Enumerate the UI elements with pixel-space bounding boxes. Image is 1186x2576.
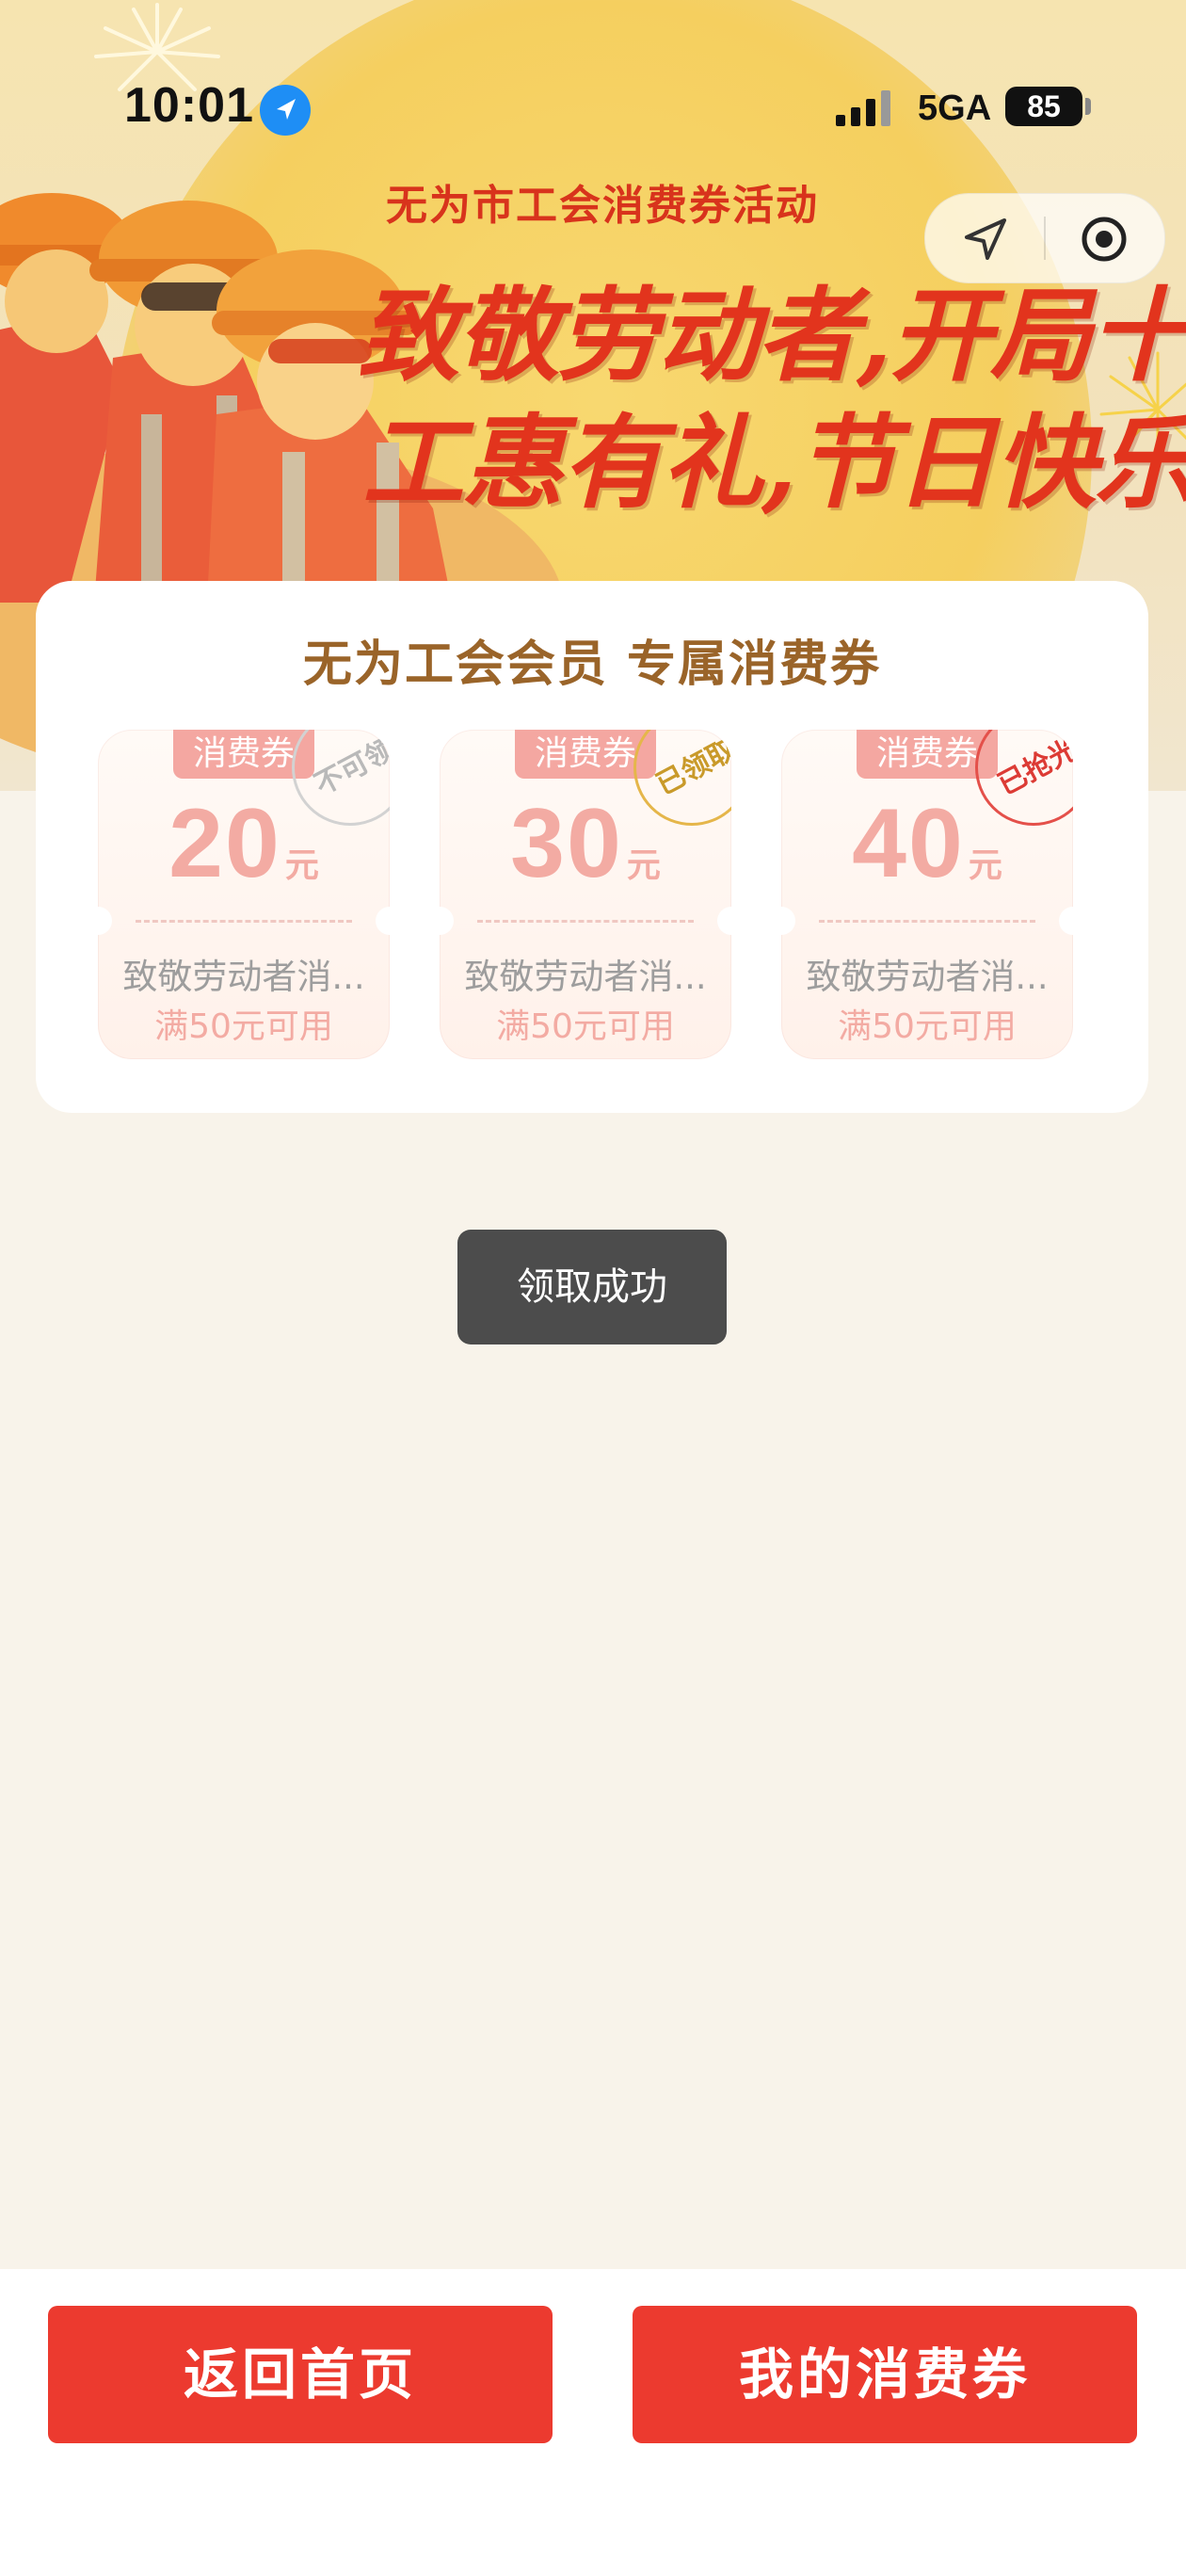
coupon-item[interactable]: 消费券 40 元 致敬劳动者消... 满50元可用 已抢光 <box>781 730 1073 1059</box>
coupon-notch <box>440 907 454 935</box>
toast-message: 领取成功 <box>457 1230 727 1344</box>
my-coupons-button[interactable]: 我的消费券 <box>633 2306 1137 2443</box>
card-title: 无为工会会员 专属消费券 <box>302 636 882 693</box>
coupon-notch <box>376 907 390 935</box>
coupon-amount-unit: 元 <box>626 845 661 884</box>
coupon-card: 无为工会会员 专属消费券 消费券 20 元 致敬劳动者消... 满50元可用 不可… <box>36 581 1148 1113</box>
coupon-amount-value: 20 <box>168 789 281 898</box>
coupon-name: 致敬劳动者消... <box>806 957 1049 997</box>
coupon-name: 致敬劳动者消... <box>122 957 365 997</box>
coupon-divider <box>477 920 694 923</box>
network-type: 5GA <box>918 89 992 128</box>
coupon-notch <box>98 907 112 935</box>
coupon-condition: 满50元可用 <box>496 1007 675 1046</box>
coupon-amount-unit: 元 <box>968 845 1002 884</box>
coupon-divider <box>819 920 1035 923</box>
location-icon <box>260 85 311 136</box>
back-home-button[interactable]: 返回首页 <box>48 2306 553 2443</box>
coupon-condition: 满50元可用 <box>838 1007 1017 1046</box>
coupon-notch <box>781 907 795 935</box>
coupon-item[interactable]: 消费券 20 元 致敬劳动者消... 满50元可用 不可领 <box>98 730 390 1059</box>
event-title: 无为市工会消费券活动 <box>386 182 819 230</box>
coupon-condition: 满50元可用 <box>154 1007 333 1046</box>
status-time: 10:01 <box>124 78 254 133</box>
coupon-status-text: 已抢光 <box>992 733 1073 802</box>
battery-icon: 85 <box>1005 87 1082 126</box>
coupon-amount-value: 30 <box>510 789 623 898</box>
coupon-name: 致敬劳动者消... <box>464 957 707 997</box>
coupon-notch <box>717 907 731 935</box>
coupon-status-text: 不可领 <box>309 733 390 802</box>
coupon-amount-value: 40 <box>852 789 965 898</box>
slogan-line-2: 工惠有礼,节日快乐 <box>362 404 1186 523</box>
coupon-divider <box>136 920 352 923</box>
slogan-line-1: 致敬劳动者,开局十五五 <box>358 277 1186 395</box>
coupon-notch <box>1059 907 1073 935</box>
battery-tip <box>1085 98 1091 115</box>
coupon-item[interactable]: 消费券 30 元 致敬劳动者消... 满50元可用 已领取 <box>440 730 731 1059</box>
coupon-amount-unit: 元 <box>284 845 319 884</box>
signal-icon <box>836 90 890 126</box>
footer-bar: 返回首页 我的消费券 <box>0 2269 1186 2576</box>
coupon-status-text: 已领取 <box>650 733 731 802</box>
